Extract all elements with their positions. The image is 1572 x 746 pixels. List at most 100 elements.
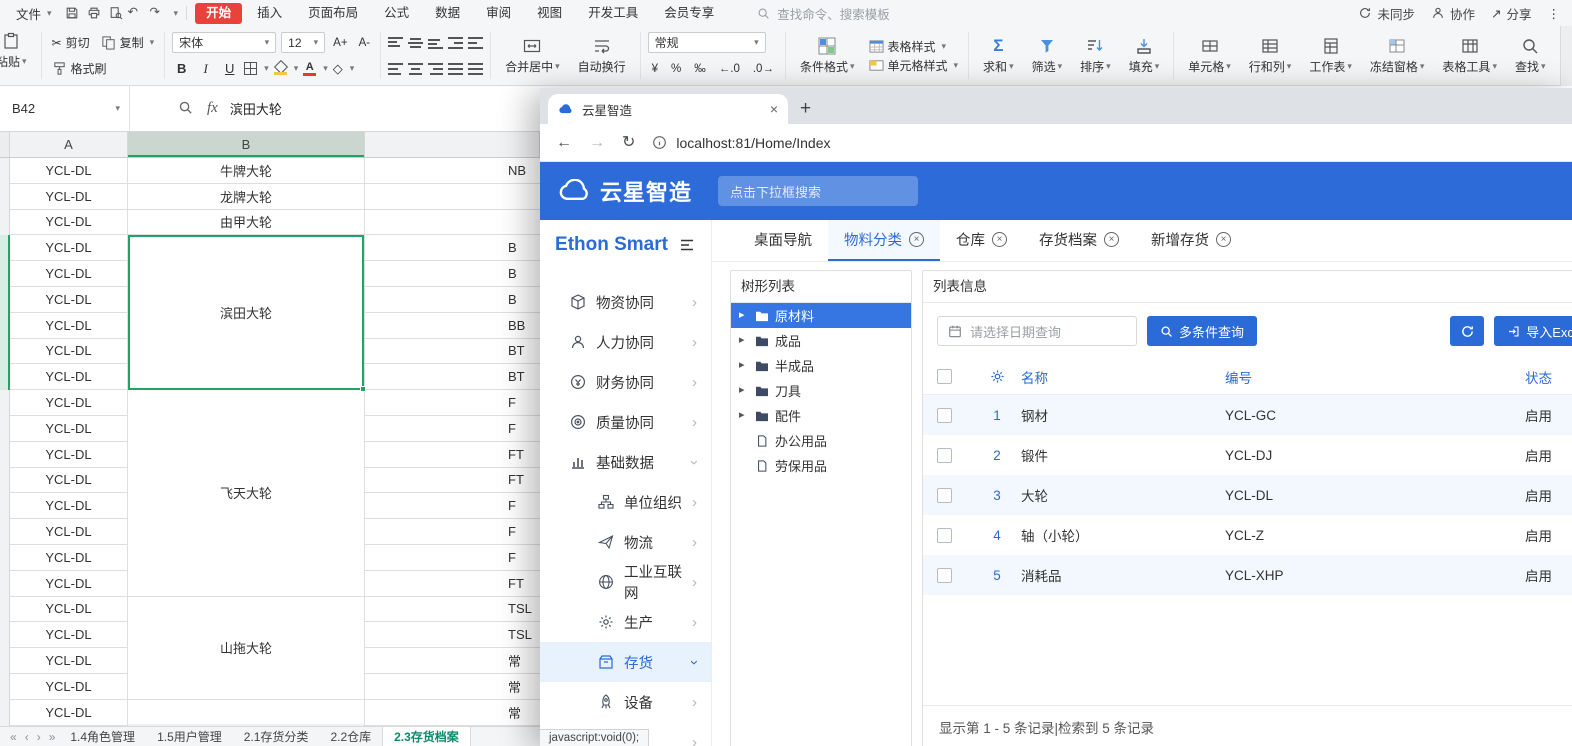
grid-cell[interactable]: YCL-DL <box>10 313 127 339</box>
cell-name-box[interactable]: B42 ▾ <box>0 86 130 131</box>
next-sheet-icon[interactable]: › <box>33 730 45 744</box>
grid-cell[interactable]: YCL-DL <box>10 235 127 261</box>
sidebar-item-finance-collab[interactable]: 财务协同 › <box>540 362 711 402</box>
cell-style-button[interactable]: 单元格样式 ▾ <box>866 56 962 75</box>
first-sheet-icon[interactable]: « <box>6 730 21 744</box>
ribbon-tab[interactable]: 审阅 <box>475 3 522 24</box>
header-search-input[interactable]: 点击下拉框搜索 <box>718 176 918 206</box>
sidebar-item-inventory[interactable]: 存货 › <box>540 642 711 682</box>
table-row[interactable]: 2 锻件 YCL-DJ 启用 <box>923 435 1572 475</box>
reload-icon[interactable]: ↻ <box>622 135 635 151</box>
url-field[interactable]: localhost:81/Home/Index <box>652 135 830 151</box>
conditional-format-button[interactable]: 条件格式▾ <box>793 35 862 77</box>
number-format-select[interactable]: 常规 ▾ <box>648 32 766 53</box>
last-sheet-icon[interactable]: » <box>45 730 60 744</box>
bold-button[interactable]: B <box>172 61 191 76</box>
column-header-b[interactable]: B <box>128 132 365 157</box>
borders-button[interactable] <box>244 62 257 75</box>
align-top-button[interactable] <box>388 37 403 49</box>
back-icon[interactable]: ← <box>556 135 572 151</box>
content-tab[interactable]: 存货档案 × <box>1023 220 1135 261</box>
column-header-c[interactable] <box>365 132 540 157</box>
sidebar-item-hr-collab[interactable]: 人力协同 › <box>540 322 711 362</box>
redo-icon[interactable]: ↷ <box>150 4 170 22</box>
ribbon-tab[interactable]: 开发工具 <box>577 3 649 24</box>
fill-color-button[interactable] <box>274 62 287 75</box>
format-painter-button[interactable]: 格式刷 <box>49 59 110 78</box>
caret-right-icon[interactable]: ▸ <box>739 385 749 396</box>
grid-cell[interactable]: YCL-DL <box>10 416 127 442</box>
grid-cell[interactable]: YCL-DL <box>10 261 127 287</box>
column-header-a[interactable]: A <box>10 132 128 157</box>
align-bottom-button[interactable] <box>428 37 443 49</box>
app-logo[interactable]: 云星智造 <box>558 175 692 207</box>
prev-sheet-icon[interactable]: ‹ <box>21 730 33 744</box>
font-name-select[interactable]: 宋体 ▾ <box>172 32 276 53</box>
justify-button[interactable] <box>448 63 463 75</box>
tree-item[interactable]: ▸ 配件 <box>731 403 911 428</box>
formula-input[interactable]: 滨田大轮 <box>230 99 282 118</box>
info-icon[interactable] <box>652 135 667 150</box>
close-tab-icon[interactable]: × <box>909 232 924 247</box>
row-header-strip[interactable] <box>0 158 10 726</box>
shrink-font-button[interactable]: A- <box>356 36 374 50</box>
sidebar-item-base-data[interactable]: 基础数据 › <box>540 442 711 482</box>
grid-cell[interactable]: YCL-DL <box>10 364 127 390</box>
caret-right-icon[interactable]: ▸ <box>739 360 749 371</box>
ribbon-tab[interactable]: 开始 <box>195 3 242 24</box>
multi-condition-query-button[interactable]: 多条件查询 <box>1147 316 1257 346</box>
sort-button[interactable]: 排序▾ <box>1073 35 1118 77</box>
grid-cell[interactable]: YCL-DL <box>10 287 127 313</box>
copy-button[interactable]: 复制 ▾ <box>98 33 158 52</box>
table-row[interactable]: 3 大轮 YCL-DL 启用 <box>923 475 1572 515</box>
sum-button[interactable]: Σ 求和▾ <box>976 35 1021 77</box>
grid-cell[interactable]: YCL-DL <box>10 210 127 236</box>
filter-button[interactable]: 筛选▾ <box>1025 35 1070 77</box>
sheet-tab[interactable]: 1.5用户管理 <box>146 727 233 746</box>
content-tab[interactable]: 物料分类 × <box>828 220 940 261</box>
sheet-tab[interactable]: 2.1存货分类 <box>233 727 320 746</box>
cut-button[interactable]: ✂ 剪切 <box>49 33 93 52</box>
row-checkbox[interactable] <box>937 568 952 583</box>
decrease-decimal-button[interactable]: .0→ <box>749 62 778 76</box>
row-checkbox[interactable] <box>937 528 952 543</box>
align-middle-button[interactable] <box>408 37 423 49</box>
sidebar-item-equipment[interactable]: 设备 › <box>540 682 711 722</box>
grow-font-button[interactable]: A+ <box>330 36 350 50</box>
thousands-button[interactable]: ‰ <box>690 62 710 76</box>
caret-right-icon[interactable]: ▸ <box>739 410 749 421</box>
grid-cell[interactable]: YCL-DL <box>10 339 127 365</box>
print-preview-icon[interactable] <box>106 4 126 22</box>
sidebar-item-industrial-internet[interactable]: 工业互联网 › <box>540 562 711 602</box>
close-tab-icon[interactable]: × <box>992 232 1007 247</box>
close-tab-icon[interactable]: × <box>1104 232 1119 247</box>
sync-status[interactable]: 未同步 <box>1358 4 1415 23</box>
sidebar-item-unit-org[interactable]: 单位组织 › <box>540 482 711 522</box>
grid-cell[interactable]: YCL-DL <box>10 545 127 571</box>
grid-cell[interactable]: YCL-DL <box>10 648 127 674</box>
caret-right-icon[interactable]: ▸ <box>739 335 749 346</box>
grid-cell[interactable]: YCL-DL <box>10 519 127 545</box>
row-checkbox[interactable] <box>937 408 952 423</box>
fill-button[interactable]: 填充▾ <box>1122 35 1167 77</box>
ribbon-tab[interactable]: 公式 <box>373 3 420 24</box>
forward-icon[interactable]: → <box>589 135 605 151</box>
refresh-button[interactable] <box>1450 316 1484 346</box>
tree-item[interactable]: ▸ 半成品 <box>731 353 911 378</box>
align-center-button[interactable] <box>408 63 423 75</box>
table-row[interactable]: 4 轴（小轮） YCL-Z 启用 <box>923 515 1572 555</box>
new-tab-button[interactable]: + <box>800 99 811 118</box>
ribbon-tab[interactable]: 视图 <box>526 3 573 24</box>
font-color-button[interactable]: A <box>303 62 316 76</box>
content-tab[interactable]: 仓库 × <box>940 220 1023 261</box>
wrap-text-button[interactable]: 自动换行 <box>571 35 633 77</box>
ribbon-tab[interactable]: 数据 <box>424 3 471 24</box>
print-icon[interactable] <box>84 4 104 22</box>
grid-cell[interactable]: YCL-DL <box>10 571 127 597</box>
grid-cell[interactable]: 由甲大轮 <box>128 210 364 236</box>
align-left-button[interactable] <box>388 63 403 75</box>
share-button[interactable]: ↗ 分享 <box>1491 4 1532 23</box>
content-tab[interactable]: 桌面导航 × <box>738 220 828 261</box>
italic-button[interactable]: I <box>196 61 215 77</box>
tree-item[interactable]: ▸ 原材料 <box>731 303 911 328</box>
